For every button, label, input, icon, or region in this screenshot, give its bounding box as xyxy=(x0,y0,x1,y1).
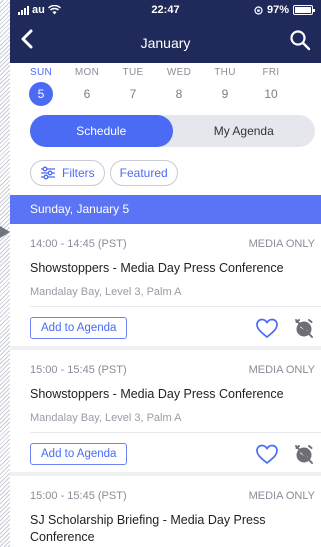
filters-button[interactable]: Filters xyxy=(30,160,105,186)
top-header: au 22:47 97% January xyxy=(10,0,321,63)
add-to-agenda-button[interactable]: Add to Agenda xyxy=(30,317,128,339)
day-number: 8 xyxy=(175,87,183,101)
day-number: 5 xyxy=(29,82,53,106)
search-icon[interactable] xyxy=(289,29,311,51)
tab-my-agenda[interactable]: My Agenda xyxy=(173,115,316,147)
day-fri[interactable]: FRI 10 xyxy=(248,67,294,107)
day-selector: SUN 5 MON 6 TUE 7 WED 8 THU 9 FRI 10 xyxy=(10,63,321,107)
session-title: Showstoppers - Media Day Press Conferenc… xyxy=(30,387,284,401)
session-title: Showstoppers - Media Day Press Conferenc… xyxy=(30,261,284,275)
session-meta: 15:00 - 15:45 (PST) MEDIA ONLY xyxy=(30,364,315,376)
day-mon[interactable]: MON 6 xyxy=(64,67,110,107)
day-sun[interactable]: SUN 5 xyxy=(18,67,64,107)
session-location: Mandalay Bay, Level 3, Palm A xyxy=(30,286,182,298)
session-actions: Add to Agenda xyxy=(30,317,315,339)
day-number: 10 xyxy=(264,87,278,101)
day-thu[interactable]: THU 9 xyxy=(202,67,248,107)
featured-label: Featured xyxy=(119,166,168,180)
phone-screen: au 22:47 97% January SUN 5 MON 6 TUE 7 W… xyxy=(10,0,321,547)
add-to-agenda-button[interactable]: Add to Agenda xyxy=(30,443,128,465)
session-card[interactable]: 15:00 - 15:45 (PST) MEDIA ONLY Showstopp… xyxy=(10,350,321,476)
status-bar: au 22:47 97% xyxy=(10,0,321,20)
battery-icon xyxy=(293,5,315,15)
nav-row: January xyxy=(10,20,321,63)
day-name: TUE xyxy=(122,67,144,78)
day-number: 7 xyxy=(129,87,137,101)
day-name: MON xyxy=(74,67,100,78)
session-divider xyxy=(30,432,321,433)
tab-schedule[interactable]: Schedule xyxy=(30,115,173,147)
session-time: 15:00 - 15:45 (PST) xyxy=(30,364,127,376)
session-meta: 14:00 - 14:45 (PST) MEDIA ONLY xyxy=(30,238,315,250)
sliders-icon xyxy=(41,166,55,180)
session-time: 14:00 - 14:45 (PST) xyxy=(30,238,127,250)
day-name: SUN xyxy=(29,67,52,78)
session-location: Mandalay Bay, Level 3, Palm A xyxy=(30,412,182,424)
battery-fill xyxy=(295,7,311,13)
view-toggle: Schedule My Agenda xyxy=(30,115,315,147)
session-tag: MEDIA ONLY xyxy=(248,364,315,376)
status-right: 97% xyxy=(254,4,315,16)
session-time: 15:00 - 15:45 (PST) xyxy=(30,490,127,502)
session-tag: MEDIA ONLY xyxy=(248,490,315,502)
heart-icon[interactable] xyxy=(255,443,279,465)
session-divider xyxy=(30,306,321,307)
rotation-lock-icon xyxy=(254,5,263,15)
session-meta: 15:00 - 15:45 (PST) MEDIA ONLY xyxy=(30,490,315,502)
bell-off-icon[interactable] xyxy=(293,317,315,339)
day-name: FRI xyxy=(262,67,280,78)
session-card[interactable]: 15:00 - 15:45 (PST) MEDIA ONLY SJ Schola… xyxy=(10,476,321,547)
heart-icon[interactable] xyxy=(255,317,279,339)
bell-off-icon[interactable] xyxy=(293,443,315,465)
session-tag: MEDIA ONLY xyxy=(248,238,315,250)
date-header: Sunday, January 5 xyxy=(10,195,321,224)
month-title: January xyxy=(140,35,191,51)
callout-pointer xyxy=(0,226,10,238)
filters-label: Filters xyxy=(62,166,95,180)
day-tue[interactable]: TUE 7 xyxy=(110,67,156,107)
battery-percent: 97% xyxy=(266,4,289,16)
day-number: 9 xyxy=(221,87,229,101)
day-name: THU xyxy=(214,67,236,78)
day-wed[interactable]: WED 8 xyxy=(156,67,202,107)
filters-row: Filters Featured xyxy=(30,160,321,186)
featured-button[interactable]: Featured xyxy=(109,160,178,186)
session-actions: Add to Agenda xyxy=(30,443,315,465)
session-card[interactable]: 14:00 - 14:45 (PST) MEDIA ONLY Showstopp… xyxy=(10,224,321,350)
day-number: 6 xyxy=(83,87,91,101)
day-name: WED xyxy=(166,67,192,78)
session-title: SJ Scholarship Briefing - Media Day Pres… xyxy=(30,513,266,544)
